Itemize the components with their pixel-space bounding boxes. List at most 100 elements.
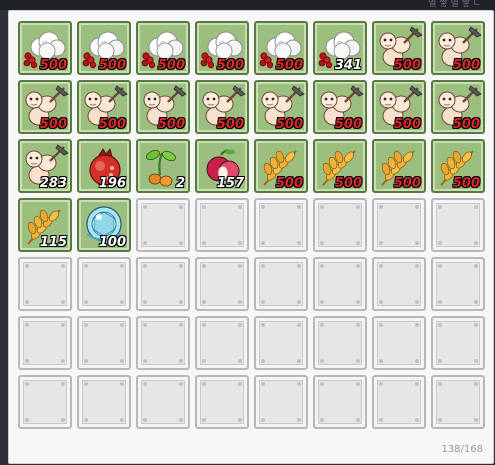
empty-inventory-slot[interactable] [313, 375, 367, 429]
slot-rivet [297, 264, 301, 268]
inventory-slot[interactable]: 2 [136, 139, 190, 193]
window-top-bar: 열 쌓 열 쌓 ㄴ [0, 0, 495, 10]
empty-inventory-slot[interactable] [313, 257, 367, 311]
inventory-slot[interactable]: 500 [136, 80, 190, 134]
empty-inventory-slot[interactable] [136, 198, 190, 252]
empty-inventory-slot[interactable] [136, 375, 190, 429]
inventory-slot[interactable]: 500 [18, 80, 72, 134]
slot-rivet [356, 359, 360, 363]
empty-inventory-slot[interactable] [313, 198, 367, 252]
empty-inventory-slot[interactable] [195, 198, 249, 252]
empty-inventory-slot[interactable] [77, 316, 131, 370]
slot-rivet [415, 382, 419, 386]
inventory-slot[interactable]: 500 [136, 21, 190, 75]
empty-inventory-slot[interactable] [195, 257, 249, 311]
inventory-slot[interactable]: 196 [77, 139, 131, 193]
slot-rivet [356, 382, 360, 386]
inventory-slot[interactable]: 100 [77, 198, 131, 252]
slot-rivet [415, 205, 419, 209]
empty-inventory-slot[interactable] [254, 198, 308, 252]
inventory-slot[interactable]: 500 [77, 21, 131, 75]
item-quantity: 500 [157, 117, 185, 132]
slot-rivet [438, 323, 442, 327]
item-quantity: 341 [334, 58, 362, 73]
slot-rivet [261, 418, 265, 422]
inventory-slot[interactable]: 115 [18, 198, 72, 252]
empty-inventory-slot[interactable] [18, 257, 72, 311]
inventory-slot[interactable]: 500 [313, 139, 367, 193]
empty-inventory-slot[interactable] [372, 257, 426, 311]
slot-rivet [25, 418, 29, 422]
slot-rivet [61, 382, 65, 386]
empty-inventory-slot[interactable] [195, 316, 249, 370]
slot-rivet [238, 382, 242, 386]
inventory-slot[interactable]: 500 [431, 139, 485, 193]
empty-inventory-slot[interactable] [431, 316, 485, 370]
empty-inventory-slot[interactable] [77, 257, 131, 311]
empty-inventory-slot[interactable] [372, 375, 426, 429]
slot-rivet [379, 241, 383, 245]
slot-rivet [202, 300, 206, 304]
empty-inventory-slot[interactable] [254, 316, 308, 370]
slot-rivet [320, 264, 324, 268]
inventory-slot[interactable]: 500 [372, 21, 426, 75]
inventory-slot[interactable]: 500 [77, 80, 131, 134]
empty-inventory-slot[interactable] [136, 316, 190, 370]
slot-rivet [120, 264, 124, 268]
empty-inventory-slot[interactable] [254, 375, 308, 429]
item-quantity: 500 [275, 176, 303, 191]
slot-rivet [238, 241, 242, 245]
slot-rivet [438, 359, 442, 363]
inventory-slot[interactable]: 341 [313, 21, 367, 75]
item-quantity: 500 [334, 117, 362, 132]
slot-rivet [474, 205, 478, 209]
slot-rivet [143, 323, 147, 327]
inventory-slot[interactable]: 500 [431, 21, 485, 75]
slot-rivet [202, 241, 206, 245]
empty-inventory-slot[interactable] [18, 375, 72, 429]
empty-inventory-slot[interactable] [195, 375, 249, 429]
inventory-slot[interactable]: 283 [18, 139, 72, 193]
inventory-slot[interactable]: 500 [372, 139, 426, 193]
item-quantity: 196 [98, 176, 126, 191]
item-quantity: 500 [275, 117, 303, 132]
slot-rivet [202, 205, 206, 209]
inventory-slot[interactable]: 157 [195, 139, 249, 193]
slot-rivet [474, 241, 478, 245]
inventory-slot[interactable]: 500 [254, 21, 308, 75]
inventory-slot[interactable]: 500 [18, 21, 72, 75]
slot-rivet [261, 205, 265, 209]
empty-inventory-slot[interactable] [77, 375, 131, 429]
slot-rivet [474, 359, 478, 363]
empty-inventory-slot[interactable] [18, 316, 72, 370]
slot-rivet [356, 323, 360, 327]
inventory-slot[interactable]: 500 [195, 21, 249, 75]
slot-rivet [61, 418, 65, 422]
empty-inventory-slot[interactable] [313, 316, 367, 370]
inventory-slot[interactable]: 500 [313, 80, 367, 134]
empty-inventory-slot[interactable] [431, 257, 485, 311]
slot-rivet [202, 264, 206, 268]
empty-inventory-slot[interactable] [372, 198, 426, 252]
inventory-slot[interactable]: 500 [254, 139, 308, 193]
inventory-slot[interactable]: 500 [195, 80, 249, 134]
slot-rivet [202, 359, 206, 363]
empty-inventory-slot[interactable] [431, 198, 485, 252]
slot-rivet [84, 359, 88, 363]
empty-inventory-slot[interactable] [372, 316, 426, 370]
item-quantity: 500 [452, 117, 480, 132]
slot-rivet [25, 382, 29, 386]
slot-rivet [238, 418, 242, 422]
inventory-slot[interactable]: 500 [431, 80, 485, 134]
empty-inventory-slot[interactable] [431, 375, 485, 429]
inventory-slot[interactable]: 500 [372, 80, 426, 134]
item-quantity: 283 [39, 176, 67, 191]
slot-rivet [474, 382, 478, 386]
slot-rivet [179, 418, 183, 422]
slot-rivet [61, 359, 65, 363]
empty-inventory-slot[interactable] [136, 257, 190, 311]
empty-inventory-slot[interactable] [254, 257, 308, 311]
inventory-slot[interactable]: 500 [254, 80, 308, 134]
slot-rivet [261, 359, 265, 363]
slot-rivet [438, 382, 442, 386]
